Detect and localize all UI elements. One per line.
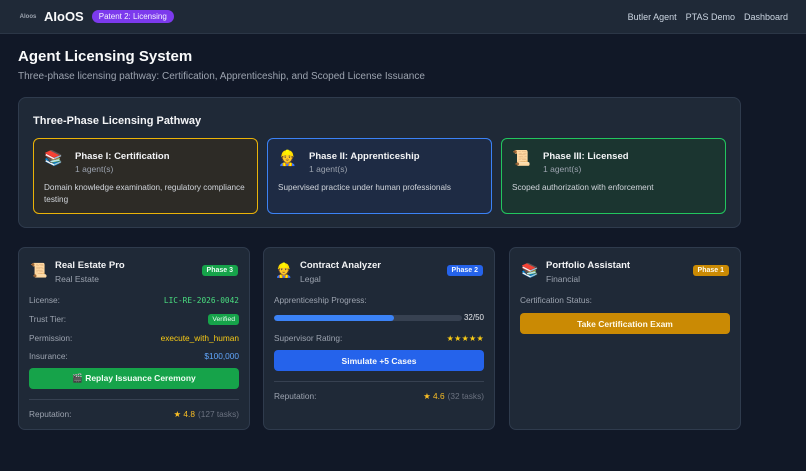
phase-description: Scoped authorization with enforcement — [512, 183, 654, 192]
agent-name: Real Estate Pro — [55, 260, 125, 271]
progress-value: 32/50 — [463, 313, 484, 322]
star-rating-icon: ★★★★★ — [446, 333, 484, 343]
apprenticeship-progress-bar — [274, 315, 462, 321]
nav-ptas-demo[interactable]: PTAS Demo — [686, 12, 735, 22]
top-navbar: Aloos AIoOS Patent 2: Licensing Butler A… — [0, 0, 806, 34]
phase-certification-card[interactable]: 📚 Phase I: Certification 1 agent(s) Doma… — [33, 138, 258, 214]
permission-value: execute_with_human — [160, 333, 239, 343]
reputation-row: Reputation: ★ 4.6 (32 tasks) — [274, 390, 484, 402]
license-label: License: — [29, 295, 60, 305]
insurance-value: $100,000 — [204, 351, 239, 361]
license-row: License: LIC-RE-2026-0042 — [29, 294, 239, 306]
phase-name: Phase II: Apprenticeship — [309, 151, 420, 162]
scroll-icon: 📜 — [30, 262, 48, 278]
nav-dashboard[interactable]: Dashboard — [744, 12, 788, 22]
pathway-title: Three-Phase Licensing Pathway — [33, 115, 202, 127]
agent-domain: Real Estate — [55, 274, 99, 284]
take-certification-exam-button[interactable]: Take Certification Exam — [520, 313, 730, 334]
progress-label: Apprenticeship Progress: — [274, 295, 367, 305]
certification-status-label: Certification Status: — [520, 295, 592, 305]
phase-badge: Phase 2 — [446, 265, 483, 276]
phase-name: Phase I: Certification — [75, 151, 170, 162]
agent-card-portfolio-assistant: 📚 Portfolio Assistant Financial Phase 1 … — [509, 247, 741, 430]
license-value: LIC-RE-2026-0042 — [163, 295, 239, 305]
worker-icon: 👷 — [275, 262, 293, 278]
reputation-label: Reputation: — [29, 409, 72, 419]
phase-agent-count: 1 agent(s) — [309, 164, 348, 174]
phase-agent-count: 1 agent(s) — [543, 164, 582, 174]
agent-name: Portfolio Assistant — [546, 260, 631, 271]
nav-links: Butler Agent PTAS Demo Dashboard — [628, 12, 788, 22]
progress-fill — [274, 315, 395, 321]
page-title: Agent Licensing System — [18, 48, 193, 65]
simulate-cases-button[interactable]: Simulate +5 Cases — [274, 350, 484, 371]
trust-tier-label: Trust Tier: — [29, 314, 67, 324]
phase-badge: Phase 1 — [692, 265, 729, 276]
reputation-row: Reputation: ★ 4.8 (127 tasks) — [29, 408, 239, 420]
logo-icon[interactable]: Aloos — [18, 12, 38, 22]
page-subtitle: Three-phase licensing pathway: Certifica… — [18, 71, 425, 82]
agent-name: Contract Analyzer — [300, 260, 381, 271]
reputation-score: ★ 4.6 — [423, 391, 445, 401]
supervisor-rating-label: Supervisor Rating: — [274, 333, 343, 343]
patent-badge: Patent 2: Licensing — [91, 10, 174, 23]
nav-butler-agent[interactable]: Butler Agent — [628, 12, 677, 22]
reputation-score: ★ 4.8 — [173, 409, 195, 419]
insurance-label: Insurance: — [29, 351, 68, 361]
books-icon: 📚 — [521, 262, 539, 278]
agent-domain: Legal — [300, 274, 321, 284]
agent-card-contract-analyzer: 👷 Contract Analyzer Legal Phase 2 Appren… — [263, 247, 495, 430]
books-icon: 📚 — [44, 150, 63, 167]
certification-status-row: Certification Status: — [520, 294, 730, 306]
card-divider — [29, 399, 239, 400]
phase-description: Supervised practice under human professi… — [278, 183, 451, 192]
phase-agent-count: 1 agent(s) — [75, 164, 114, 174]
insurance-row: Insurance: $100,000 — [29, 350, 239, 362]
permission-row: Permission: execute_with_human — [29, 332, 239, 344]
phase-badge: Phase 3 — [201, 265, 238, 276]
supervisor-rating-row: Supervisor Rating: ★★★★★ — [274, 332, 484, 344]
reputation-tasks: (32 tasks) — [447, 391, 484, 401]
reputation-label: Reputation: — [274, 391, 317, 401]
verified-badge: Verified — [208, 313, 239, 325]
phase-name: Phase III: Licensed — [543, 151, 629, 162]
apprenticeship-progress-row: Apprenticeship Progress: — [274, 294, 484, 306]
agent-card-real-estate-pro: 📜 Real Estate Pro Real Estate Phase 3 Li… — [18, 247, 250, 430]
permission-label: Permission: — [29, 333, 73, 343]
scroll-icon: 📜 — [512, 150, 531, 167]
app-name[interactable]: AIoOS — [44, 9, 84, 24]
worker-icon: 👷 — [278, 150, 297, 167]
licensing-pathway-panel: Three-Phase Licensing Pathway 📚 Phase I:… — [18, 97, 741, 228]
card-divider — [274, 381, 484, 382]
phase-licensed-card[interactable]: 📜 Phase III: Licensed 1 agent(s) Scoped … — [501, 138, 726, 214]
replay-issuance-ceremony-button[interactable]: 🎬 Replay Issuance Ceremony — [29, 368, 239, 389]
reputation-tasks: (127 tasks) — [197, 409, 239, 419]
phase-description: Domain knowledge examination, regulatory… — [44, 183, 245, 204]
agent-domain: Financial — [546, 274, 581, 284]
phase-apprenticeship-card[interactable]: 👷 Phase II: Apprenticeship 1 agent(s) Su… — [267, 138, 492, 214]
trust-tier-row: Trust Tier: Verified — [29, 313, 239, 325]
